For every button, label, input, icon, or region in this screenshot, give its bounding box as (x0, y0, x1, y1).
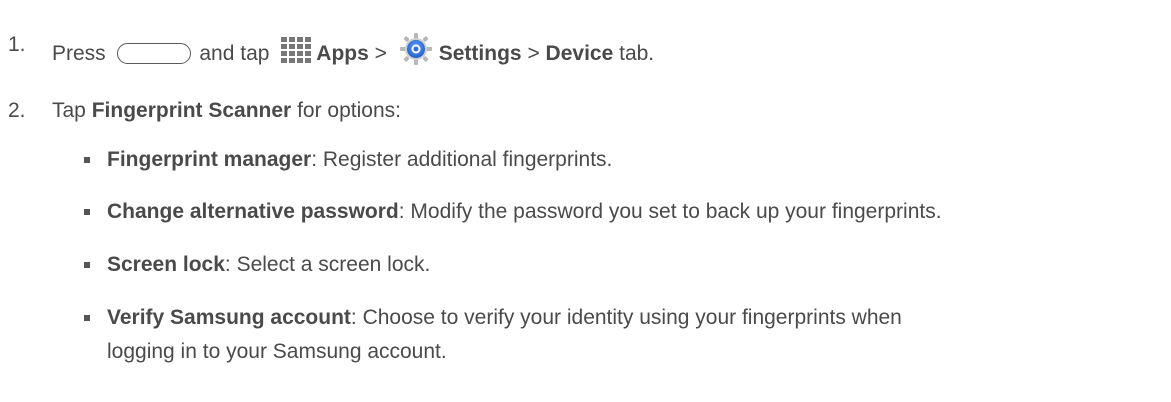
bullet-icon (84, 209, 90, 215)
step-text-and-tap: and tap (199, 42, 270, 65)
apps-grid-icon (279, 37, 313, 70)
fingerprint-scanner-label: Fingerprint Scanner (91, 99, 292, 122)
option-title: Screen lock (107, 253, 225, 276)
option-text: Verify Samsung account: Choose to verify… (107, 305, 902, 331)
option-text: Change alternative password: Modify the … (107, 199, 942, 225)
option-text: Fingerprint manager: Register additional… (107, 147, 612, 173)
option-desc-line2: logging in to your Samsung account. (107, 340, 447, 363)
bullet-icon (84, 315, 90, 321)
apps-label: Apps (316, 42, 369, 65)
settings-gear-icon (399, 32, 433, 73)
option-text: Screen lock: Select a screen lock. (107, 252, 430, 278)
option-title: Fingerprint manager (107, 148, 312, 171)
option-desc: : Select a screen lock. (224, 253, 431, 276)
step-text-press: Press (52, 42, 106, 65)
option-title: Verify Samsung account (107, 306, 351, 329)
option-desc: : Choose to verify your identity using y… (350, 306, 902, 329)
device-label: Device (545, 42, 614, 65)
separator: > (374, 42, 387, 65)
option-text-continued: logging in to your Samsung account. (107, 339, 447, 365)
option-title: Change alternative password (107, 200, 399, 223)
step-text-tap: Tap (52, 99, 86, 122)
separator: > (527, 42, 540, 65)
step-text-for-options: for options: (297, 99, 401, 122)
step-text-tab: tab. (619, 42, 655, 65)
settings-label: Settings (438, 42, 522, 65)
step-number: 1. (8, 33, 26, 56)
bullet-icon (84, 157, 90, 163)
step-number: 2. (8, 99, 26, 122)
option-desc: : Register additional fingerprints. (311, 148, 613, 171)
home-button-icon (116, 43, 191, 64)
option-desc: : Modify the password you set to back up… (398, 200, 942, 223)
bullet-icon (84, 262, 90, 268)
